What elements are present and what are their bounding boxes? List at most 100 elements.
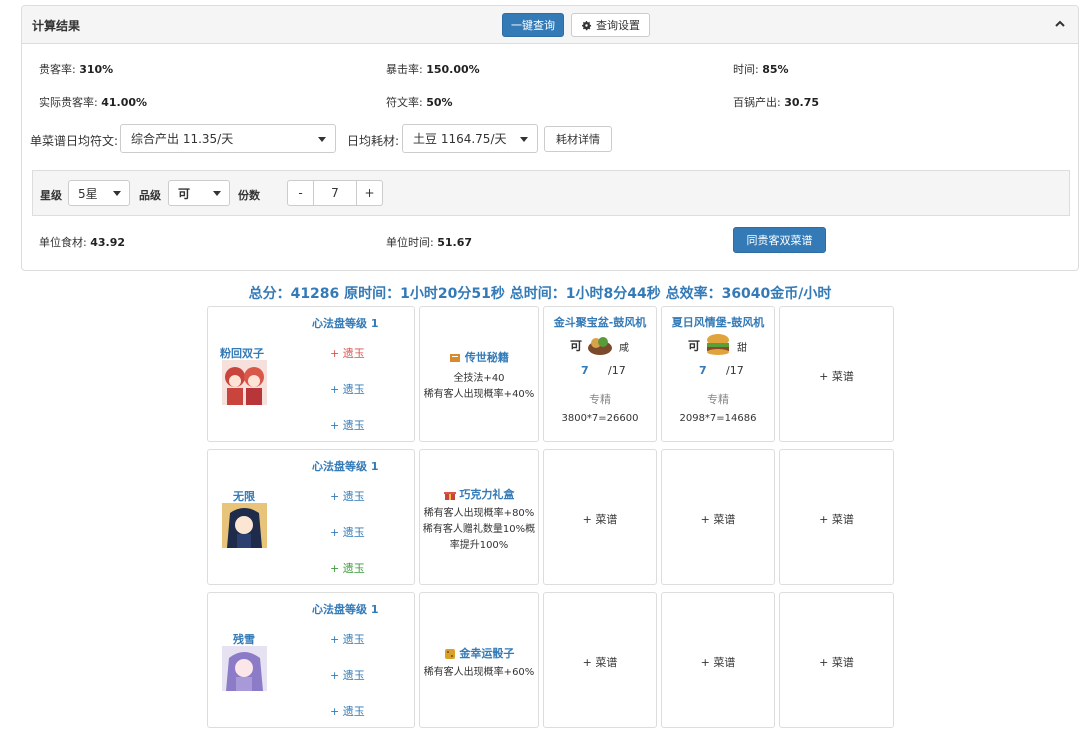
jade-slot[interactable]: + 遗玉 xyxy=(330,703,365,719)
count-value[interactable]: 7 xyxy=(313,181,357,205)
equip-card-3[interactable]: 金幸运骰子 稀有客人出现概率+60% xyxy=(419,592,539,728)
heart-level-label[interactable]: 心法盘等级 1 xyxy=(312,458,378,474)
chef-avatar[interactable] xyxy=(222,503,267,548)
gift-box-icon xyxy=(443,492,456,500)
equip-effect-line: 稀有客人出现概率+60% xyxy=(423,667,535,678)
rune-select-value: 综合产出 11.35/天 xyxy=(131,132,234,146)
equip-name[interactable]: 金幸运骰子 xyxy=(420,645,538,661)
chevron-down-icon xyxy=(520,137,528,142)
star-select[interactable]: 5星 xyxy=(68,180,130,206)
stat-rune-rate: 符文率: 50% xyxy=(386,96,453,109)
unit-food: 单位食材: 43.92 xyxy=(39,236,125,249)
recipe-title[interactable]: 金斗聚宝盆-鼓风机 xyxy=(544,314,656,330)
consume-select-value: 土豆 1164.75/天 xyxy=(413,132,507,146)
chef-avatar[interactable] xyxy=(222,360,267,405)
burger-icon xyxy=(707,334,729,355)
chevron-down-icon xyxy=(318,137,326,142)
count-label: 份数 xyxy=(238,189,260,202)
count-minus-button[interactable]: - xyxy=(288,181,313,205)
star-select-value: 5星 xyxy=(78,186,98,201)
summary-line: 总分：41286 原时间：1小时20分51秒 总时间：1小时8分44秒 总效率：… xyxy=(248,286,832,302)
add-recipe-card[interactable]: + 菜谱 xyxy=(779,306,894,442)
recipe-formula: 2098*7=14686 xyxy=(679,413,757,424)
grade-select[interactable]: 可 xyxy=(168,180,230,206)
unit-time: 单位时间: 51.67 xyxy=(386,236,472,249)
recipe-count[interactable]: 7 xyxy=(581,364,589,377)
equip-name[interactable]: 传世秘籍 xyxy=(420,349,538,365)
consume-select[interactable]: 土豆 1164.75/天 xyxy=(402,124,538,153)
jade-slot[interactable]: + 遗玉 xyxy=(330,417,365,433)
chef-card-3[interactable]: 心法盘等级 1 残雪 + 遗玉 + 遗玉 + 遗玉 xyxy=(207,592,415,728)
recipe-tag: 专精 xyxy=(589,393,611,406)
chef-card-1[interactable]: 心法盘等级 1 粉回双子 + 遗玉 + 遗玉 + 遗玉 xyxy=(207,306,415,442)
same-guest-double-recipe-button[interactable]: 同贵客双菜谱 xyxy=(733,227,826,253)
collapse-chevron-up-icon[interactable] xyxy=(1054,18,1066,30)
heart-level-label[interactable]: 心法盘等级 1 xyxy=(312,315,378,331)
add-recipe-label[interactable]: + 菜谱 xyxy=(780,511,893,527)
add-recipe-card[interactable]: + 菜谱 xyxy=(779,592,894,728)
recipe-taste: 甜 xyxy=(737,343,747,354)
recipe-total: /17 xyxy=(608,364,626,377)
recipe-grade: 可 xyxy=(570,339,583,353)
query-settings-button[interactable]: 查询设置 xyxy=(571,13,650,37)
chevron-down-icon xyxy=(113,191,121,196)
stat-guest-rate: 贵客率: 310% xyxy=(39,63,114,76)
equip-effect-line: 率提升100% xyxy=(449,540,509,551)
heart-level-label[interactable]: 心法盘等级 1 xyxy=(312,601,378,617)
dish-icon xyxy=(588,337,612,355)
count-plus-button[interactable]: + xyxy=(357,181,382,205)
result-panel: 计算结果 一键查询 查询设置 贵客率: 310% 暴击率: 150.00% 时间… xyxy=(21,5,1079,271)
recipe-total: /17 xyxy=(726,364,744,377)
add-recipe-card[interactable]: + 菜谱 xyxy=(779,449,894,585)
jade-slot[interactable]: + 遗玉 xyxy=(330,345,365,361)
add-recipe-card[interactable]: + 菜谱 xyxy=(661,592,775,728)
add-recipe-card[interactable]: + 菜谱 xyxy=(661,449,775,585)
equip-card-2[interactable]: 巧克力礼盒 稀有客人出现概率+80% 稀有客人赠礼数量10%概 率提升100% xyxy=(419,449,539,585)
equip-effect-line: 稀有客人出现概率+80% xyxy=(423,508,535,519)
recipe-title[interactable]: 夏日风情堡-鼓风机 xyxy=(662,314,774,330)
recipe-card-2[interactable]: 夏日风情堡-鼓风机 可 甜 7 /17 专精 2098*7=14686 xyxy=(661,306,775,442)
equip-effect-line: 稀有客人出现概率+40% xyxy=(423,389,535,400)
jade-slot[interactable]: + 遗玉 xyxy=(330,381,365,397)
jade-slot[interactable]: + 遗玉 xyxy=(330,631,365,647)
recipe-grade: 可 xyxy=(688,339,701,353)
chef-name[interactable]: 残雪 xyxy=(233,631,255,647)
gear-icon xyxy=(582,20,592,30)
panel-header: 计算结果 一键查询 查询设置 xyxy=(22,6,1078,44)
recipe-count[interactable]: 7 xyxy=(699,364,707,377)
jade-slot[interactable]: + 遗玉 xyxy=(330,524,365,540)
stat-actual-guest-rate: 实际贵客率: 41.00% xyxy=(39,96,148,109)
rune-select[interactable]: 综合产出 11.35/天 xyxy=(120,124,336,153)
panel-title: 计算结果 xyxy=(32,19,81,33)
add-recipe-label[interactable]: + 菜谱 xyxy=(544,654,656,670)
count-stepper: - 7 + xyxy=(287,180,383,206)
stat-crit-rate: 暴击率: 150.00% xyxy=(386,63,480,76)
grade-label: 品级 xyxy=(139,189,161,202)
consume-detail-button[interactable]: 耗材详情 xyxy=(544,126,612,152)
consume-select-label: 日均耗材: xyxy=(347,134,400,148)
jade-slot[interactable]: + 遗玉 xyxy=(330,560,365,576)
chef-name[interactable]: 粉回双子 xyxy=(220,345,264,361)
add-recipe-card[interactable]: + 菜谱 xyxy=(543,449,657,585)
recipe-formula: 3800*7=26600 xyxy=(561,413,639,424)
book-icon xyxy=(450,354,461,362)
grade-select-value: 可 xyxy=(178,186,191,201)
dice-icon xyxy=(444,649,455,659)
add-recipe-label[interactable]: + 菜谱 xyxy=(780,654,893,670)
add-recipe-label[interactable]: + 菜谱 xyxy=(544,511,656,527)
add-recipe-label[interactable]: + 菜谱 xyxy=(662,511,774,527)
one-click-query-button[interactable]: 一键查询 xyxy=(502,13,564,37)
jade-slot[interactable]: + 遗玉 xyxy=(330,488,365,504)
equip-name[interactable]: 巧克力礼盒 xyxy=(420,486,538,502)
add-recipe-label[interactable]: + 菜谱 xyxy=(662,654,774,670)
chef-name[interactable]: 无限 xyxy=(233,488,255,504)
jade-slot[interactable]: + 遗玉 xyxy=(330,667,365,683)
chef-card-2[interactable]: 心法盘等级 1 无限 + 遗玉 + 遗玉 + 遗玉 xyxy=(207,449,415,585)
add-recipe-label[interactable]: + 菜谱 xyxy=(780,368,893,384)
add-recipe-card[interactable]: + 菜谱 xyxy=(543,592,657,728)
recipe-card-1[interactable]: 金斗聚宝盆-鼓风机 可 咸 7 /17 专精 3800*7=26600 xyxy=(543,306,657,442)
equip-card-1[interactable]: 传世秘籍 全技法+40 稀有客人出现概率+40% xyxy=(419,306,539,442)
chef-avatar[interactable] xyxy=(222,646,267,691)
recipe-taste: 咸 xyxy=(619,343,629,354)
stat-time: 时间: 85% xyxy=(733,63,789,76)
